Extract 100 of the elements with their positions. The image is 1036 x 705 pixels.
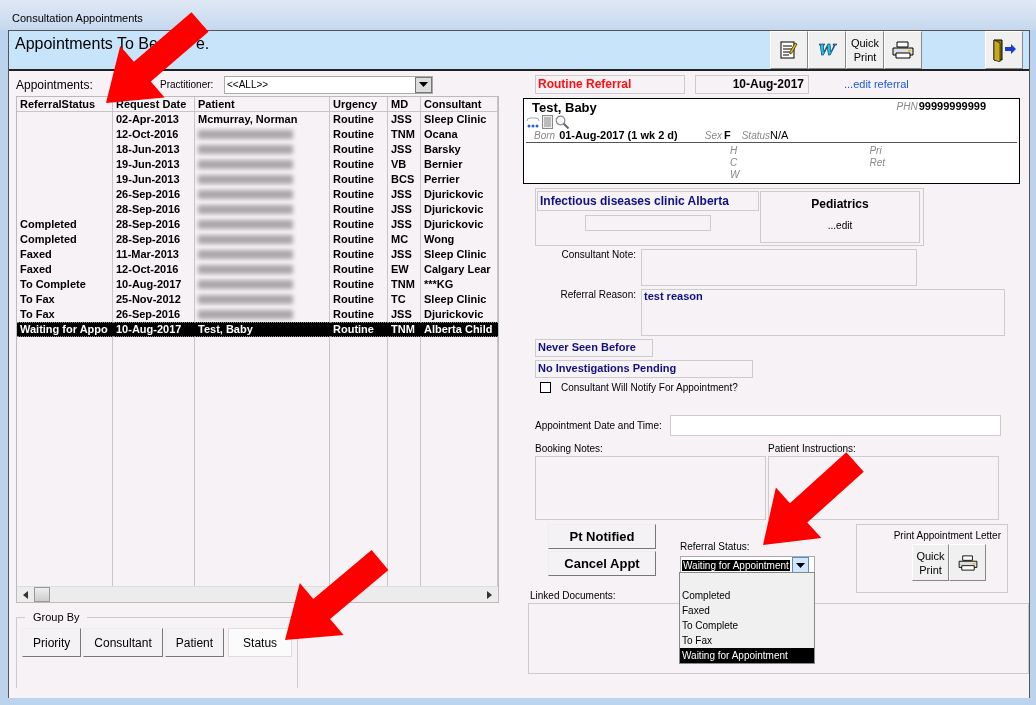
table-cell[interactable]: Wong (421, 232, 498, 247)
consultant-note-field[interactable] (641, 249, 917, 286)
table-cell[interactable]: Routine (330, 217, 388, 232)
dropdown-option[interactable]: To Fax (680, 633, 814, 648)
table-cell[interactable]: Completed (17, 217, 113, 232)
print-button[interactable] (949, 544, 986, 581)
table-cell[interactable]: JSS (388, 217, 421, 232)
quick-print-button[interactable]: Quick Print (846, 31, 884, 69)
linked-documents-field[interactable] (528, 603, 1029, 674)
column-header[interactable]: Consultant (421, 97, 498, 112)
appointment-date-field[interactable] (669, 415, 1001, 436)
column-header[interactable]: MD (388, 97, 421, 112)
table-cell[interactable]: Routine (330, 307, 388, 322)
edit-referral-link[interactable]: ...edit referral (844, 78, 909, 90)
table-cell[interactable]: Routine (330, 187, 388, 202)
selected-table-cell[interactable]: Routine (330, 322, 388, 337)
table-cell[interactable]: 28-Sep-2016 (113, 232, 195, 247)
table-cell[interactable]: Routine (330, 157, 388, 172)
table-cell[interactable]: Routine (330, 292, 388, 307)
table-cell[interactable]: Routine (330, 262, 388, 277)
table-cell[interactable]: Mcmurray, Norman (195, 112, 330, 127)
edit-note-button[interactable] (770, 31, 808, 69)
table-cell[interactable]: Routine (330, 247, 388, 262)
table-cell[interactable]: Sleep Clinic (421, 247, 498, 262)
booking-notes-field[interactable] (535, 456, 766, 520)
table-cell[interactable]: 26-Sep-2016 (113, 187, 195, 202)
table-cell[interactable]: 26-Sep-2016 (113, 307, 195, 322)
table-cell[interactable]: BCS (388, 172, 421, 187)
column-header[interactable]: Patient (195, 97, 330, 112)
action-button[interactable]: Cancel Appt (548, 551, 656, 576)
table-cell[interactable]: Calgary Lear (421, 262, 498, 277)
table-cell[interactable]: EW (388, 262, 421, 277)
table-cell[interactable]: Djurickovic (421, 187, 498, 202)
table-cell[interactable]: Djurickovic (421, 202, 498, 217)
table-cell[interactable]: Barsky (421, 142, 498, 157)
document-icon[interactable] (542, 115, 553, 129)
selected-table-cell[interactable]: 10-Aug-2017 (113, 322, 195, 337)
table-cell[interactable]: Perrier (421, 172, 498, 187)
table-cell[interactable]: 25-Nov-2012 (113, 292, 195, 307)
table-cell[interactable]: JSS (388, 187, 421, 202)
table-cell[interactable]: JSS (388, 112, 421, 127)
table-cell[interactable]: To Fax (17, 307, 113, 322)
print-button[interactable] (884, 31, 922, 69)
table-cell[interactable]: JSS (388, 142, 421, 157)
checkbox[interactable] (540, 382, 551, 393)
table-cell[interactable]: MC (388, 232, 421, 247)
table-cell[interactable]: Bernier (421, 157, 498, 172)
table-cell[interactable]: Routine (330, 172, 388, 187)
table-cell[interactable]: VB (388, 157, 421, 172)
table-cell[interactable]: Routine (330, 277, 388, 292)
table-cell[interactable]: 19-Jun-2013 (113, 157, 195, 172)
table-cell[interactable]: JSS (388, 247, 421, 262)
table-cell[interactable]: Completed (17, 232, 113, 247)
table-cell[interactable]: Djurickovic (421, 217, 498, 232)
table-cell[interactable]: 28-Sep-2016 (113, 217, 195, 232)
table-cell[interactable]: 28-Sep-2016 (113, 202, 195, 217)
table-cell[interactable]: Faxed (17, 247, 113, 262)
table-cell[interactable]: Faxed (17, 262, 113, 277)
dots-icon[interactable] (526, 117, 540, 129)
patient-instructions-field[interactable] (768, 456, 999, 520)
dropdown-option[interactable]: Waiting for Appointment (680, 648, 814, 663)
referral-reason-field[interactable]: test reason (641, 289, 1005, 336)
table-cell[interactable]: 02-Apr-2013 (113, 112, 195, 127)
table-cell[interactable]: 12-Oct-2016 (113, 262, 195, 277)
table-cell[interactable]: Sleep Clinic (421, 292, 498, 307)
table-cell[interactable]: TNM (388, 127, 421, 142)
table-cell[interactable]: 10-Aug-2017 (113, 277, 195, 292)
dropdown-option[interactable]: Faxed (680, 603, 814, 618)
dropdown-option[interactable]: To Complete (680, 618, 814, 633)
selected-table-cell[interactable]: Waiting for Appo (17, 322, 113, 337)
group-by-button[interactable]: Status (228, 628, 293, 657)
group-by-button[interactable]: Priority (22, 628, 82, 657)
selected-table-cell[interactable]: Alberta Child (421, 322, 498, 337)
table-cell[interactable]: Ocana (421, 127, 498, 142)
table-cell[interactable]: Sleep Clinic (421, 112, 498, 127)
edit-link[interactable]: ...edit (827, 220, 853, 231)
column-header[interactable]: Urgency (330, 97, 388, 112)
group-by-button[interactable]: Consultant (83, 628, 163, 657)
table-cell[interactable]: 19-Jun-2013 (113, 172, 195, 187)
table-cell[interactable]: 18-Jun-2013 (113, 142, 195, 157)
table-cell[interactable]: TNM (388, 277, 421, 292)
table-cell[interactable]: To Complete (17, 277, 113, 292)
table-cell[interactable]: Routine (330, 112, 388, 127)
table-cell[interactable]: Routine (330, 127, 388, 142)
action-button[interactable]: Pt Notified (548, 524, 656, 549)
table-cell[interactable]: To Fax (17, 292, 113, 307)
selected-table-cell[interactable]: Test, Baby (195, 322, 330, 337)
table-cell[interactable]: 12-Oct-2016 (113, 127, 195, 142)
table-cell[interactable]: TC (388, 292, 421, 307)
group-by-button[interactable]: Patient (164, 628, 225, 657)
search-icon[interactable] (555, 115, 569, 129)
exit-button[interactable] (985, 31, 1023, 69)
dropdown-option[interactable]: Completed (680, 588, 814, 603)
practitioner-dropdown[interactable]: <<ALL>> (224, 75, 433, 94)
table-cell[interactable]: ***KG (421, 277, 498, 292)
table-cell[interactable]: Djurickovic (421, 307, 498, 322)
table-cell[interactable]: JSS (388, 307, 421, 322)
selected-table-cell[interactable]: TNM (388, 322, 421, 337)
table-cell[interactable]: 11-Mar-2013 (113, 247, 195, 262)
table-cell[interactable]: Routine (330, 202, 388, 217)
